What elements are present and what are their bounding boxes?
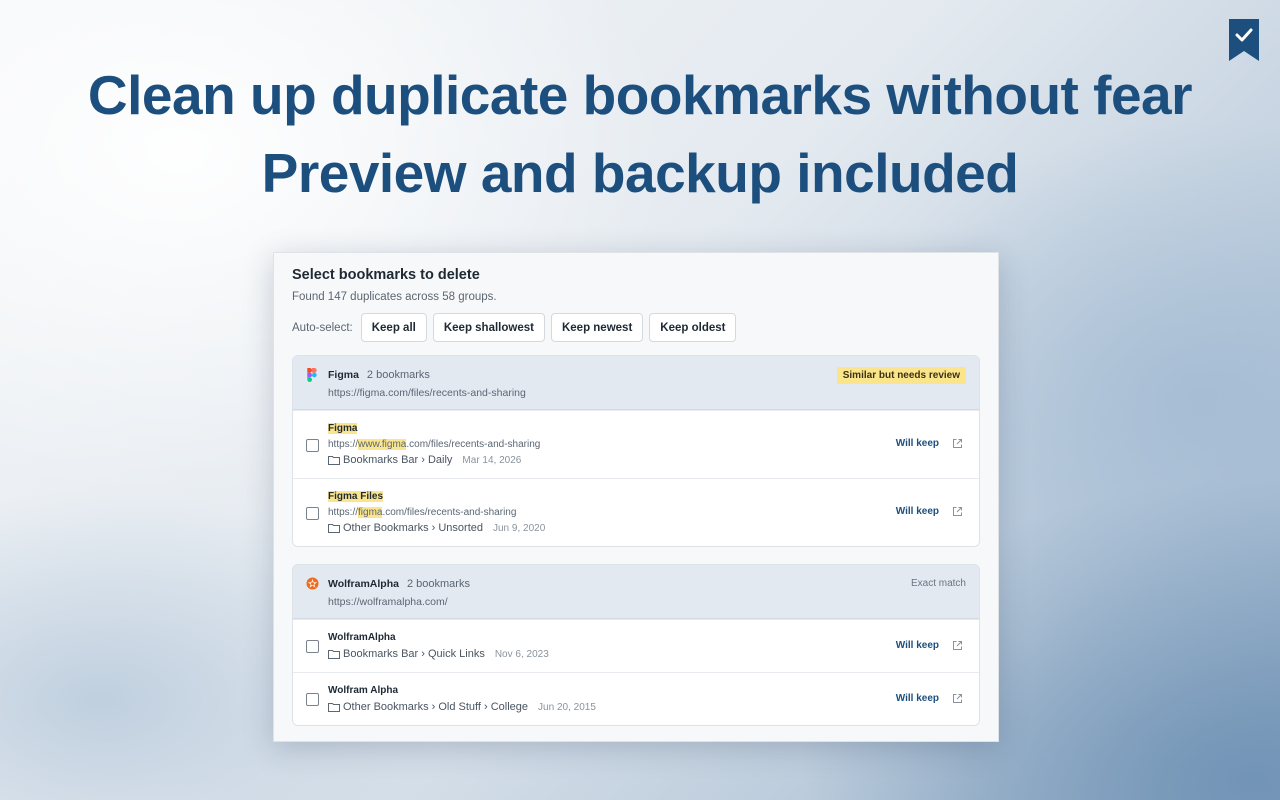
bookmark-path: Bookmarks Bar › Quick Links Nov 6, 2023 bbox=[328, 648, 549, 660]
group-header: WolframAlpha 2 bookmarks https://wolframa… bbox=[293, 565, 979, 619]
bookmark-title: Wolfram Alpha bbox=[328, 685, 399, 696]
panel-summary: Found 147 duplicates across 58 groups. bbox=[292, 291, 497, 303]
hero-subheadline: Preview and backup included bbox=[261, 142, 1019, 204]
select-checkbox[interactable] bbox=[306, 640, 319, 653]
bookmark-path: Bookmarks Bar › Daily Mar 14, 2026 bbox=[328, 454, 521, 466]
duplicate-group-figma: Figma 2 bookmarks https://figma.com/files… bbox=[292, 355, 980, 547]
bookmark-title: Figma bbox=[328, 423, 358, 434]
url-prefix: https:// bbox=[328, 507, 359, 518]
bookmark-url: https://www.figma.com/files/recents-and-… bbox=[328, 439, 540, 450]
wolframalpha-logo-icon bbox=[306, 577, 319, 590]
autoselect-label: Auto-select: bbox=[292, 321, 353, 334]
keep-oldest-button[interactable]: Keep oldest bbox=[649, 313, 737, 342]
group-url: https://wolframalpha.com/ bbox=[328, 596, 448, 608]
group-title: Figma bbox=[328, 369, 359, 381]
folder-icon bbox=[328, 524, 340, 533]
keep-status: Will keep bbox=[895, 506, 939, 517]
bookmark-title-text: Figma Files bbox=[328, 491, 384, 502]
folder-path: Bookmarks Bar › Daily bbox=[343, 454, 453, 466]
bookmark-date: Nov 6, 2023 bbox=[494, 648, 549, 660]
folder-icon bbox=[328, 456, 340, 465]
select-checkbox[interactable] bbox=[306, 693, 319, 706]
folder-path: Other Bookmarks › Old Stuff › College bbox=[343, 701, 529, 713]
panel-title: Select bookmarks to delete bbox=[292, 267, 480, 283]
keep-status: Will keep bbox=[895, 640, 939, 651]
group-url: https://figma.com/files/recents-and-shar… bbox=[328, 387, 526, 399]
duplicate-group-wolframalpha: WolframAlpha 2 bookmarks https://wolframa… bbox=[292, 564, 980, 726]
bookmark-title: Figma Files bbox=[328, 491, 384, 502]
select-checkbox[interactable] bbox=[306, 439, 319, 452]
bookmark-url: https://figma.com/files/recents-and-shar… bbox=[328, 507, 516, 518]
keep-shallowest-button[interactable]: Keep shallowest bbox=[432, 313, 545, 342]
folder-icon bbox=[328, 650, 340, 659]
url-prefix: https:// bbox=[328, 439, 359, 450]
status-badge: Exact match bbox=[910, 578, 966, 589]
group-title: WolframAlpha bbox=[328, 578, 399, 590]
bookmark-title-text: Figma bbox=[328, 423, 358, 434]
bookmark-row: Figma Files https://figma.com/files/rece… bbox=[293, 478, 979, 546]
keep-status: Will keep bbox=[895, 438, 939, 449]
folder-path: Bookmarks Bar › Quick Links bbox=[343, 648, 485, 660]
group-name: WolframAlpha 2 bookmarks bbox=[328, 578, 470, 590]
url-suffix: .com/files/recents-and-sharing bbox=[382, 507, 517, 518]
bookmark-path: Other Bookmarks › Unsorted Jun 9, 2020 bbox=[328, 522, 545, 534]
external-link-icon[interactable] bbox=[952, 693, 963, 704]
url-highlight: figma bbox=[358, 507, 383, 518]
folder-icon bbox=[328, 703, 340, 712]
external-link-icon[interactable] bbox=[952, 640, 963, 651]
group-count: 2 bookmarks bbox=[366, 369, 430, 381]
bookmark-check-icon bbox=[1229, 19, 1259, 61]
duplicates-panel: Select bookmarks to delete Found 147 dup… bbox=[273, 252, 999, 742]
group-header: Figma 2 bookmarks https://figma.com/files… bbox=[293, 356, 979, 410]
keep-all-button[interactable]: Keep all bbox=[360, 313, 427, 342]
bookmark-row: WolframAlpha Bookmarks Bar › Quick Links… bbox=[293, 619, 979, 672]
hero-headline: Clean up duplicate bookmarks without fea… bbox=[87, 64, 1193, 126]
bookmark-path: Other Bookmarks › Old Stuff › College Ju… bbox=[328, 701, 596, 713]
keep-newest-button[interactable]: Keep newest bbox=[550, 313, 644, 342]
bookmark-date: Mar 14, 2026 bbox=[462, 454, 522, 466]
external-link-icon[interactable] bbox=[952, 438, 963, 449]
external-link-icon[interactable] bbox=[952, 506, 963, 517]
bookmark-date: Jun 9, 2020 bbox=[493, 522, 546, 534]
group-name: Figma 2 bookmarks bbox=[328, 369, 430, 381]
bookmark-date: Jun 20, 2015 bbox=[538, 701, 596, 713]
folder-path: Other Bookmarks › Unsorted bbox=[343, 522, 483, 534]
status-badge: Similar but needs review bbox=[836, 367, 966, 384]
url-highlight: www.figma bbox=[358, 439, 407, 450]
url-suffix: .com/files/recents-and-sharing bbox=[406, 439, 541, 450]
figma-logo-icon bbox=[307, 368, 317, 382]
bookmark-row: Wolfram Alpha Other Bookmarks › Old Stuf… bbox=[293, 672, 979, 725]
autoselect-bar: Auto-select: Keep all Keep shallowest Ke… bbox=[292, 313, 737, 342]
select-checkbox[interactable] bbox=[306, 507, 319, 520]
group-count: 2 bookmarks bbox=[406, 578, 470, 590]
bookmark-row: Figma https://www.figma.com/files/recent… bbox=[293, 410, 979, 478]
keep-status: Will keep bbox=[895, 693, 939, 704]
bookmark-title: WolframAlpha bbox=[328, 632, 396, 643]
